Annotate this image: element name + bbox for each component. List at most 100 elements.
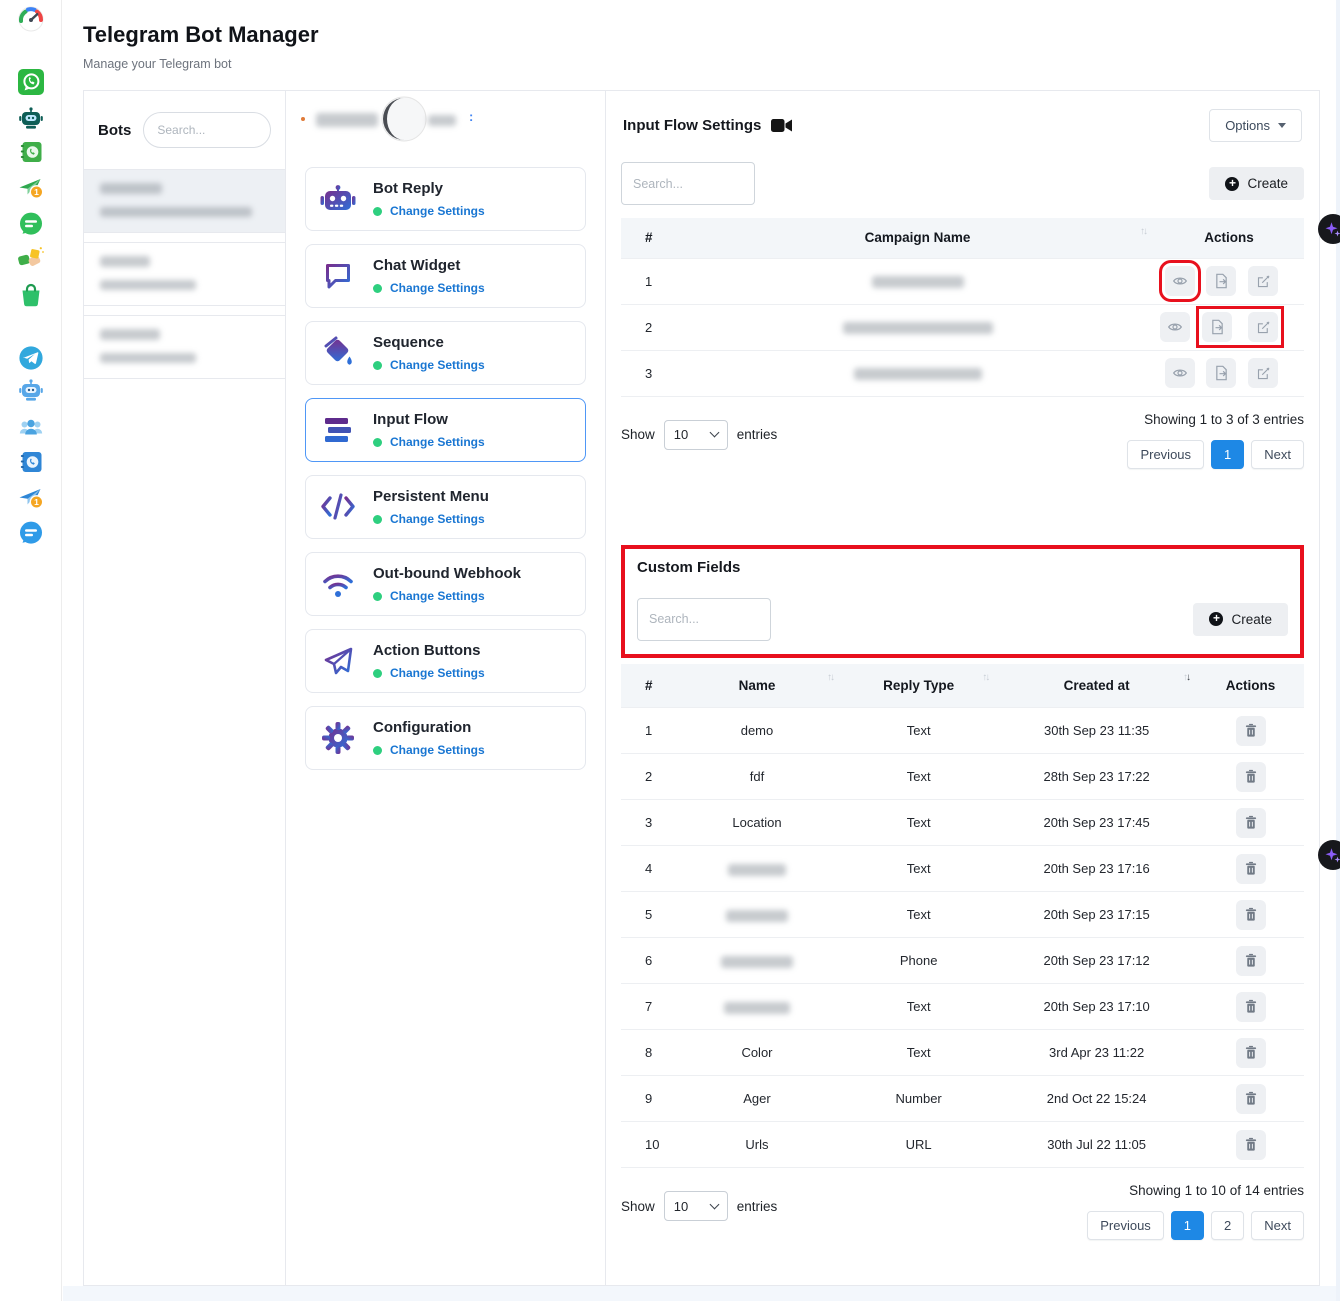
- sort-icon[interactable]: ↑↓: [982, 672, 988, 683]
- scrollbar-track[interactable]: [1336, 0, 1340, 1301]
- ai-assistant-bubble[interactable]: [1318, 840, 1340, 870]
- robot-blue-icon[interactable]: [18, 376, 44, 402]
- create-flow-button[interactable]: Create: [1209, 167, 1304, 200]
- reply-type: Text: [841, 892, 996, 938]
- create-custom-field-button[interactable]: Create: [1193, 603, 1288, 636]
- delete-button[interactable]: [1236, 1084, 1266, 1114]
- menu-card-persistent-menu[interactable]: Persistent Menu Change Settings: [305, 475, 586, 539]
- delete-button[interactable]: [1236, 716, 1266, 746]
- bot-list-item[interactable]: [84, 169, 285, 233]
- paper-plane-green-badge-icon[interactable]: 1: [18, 175, 44, 201]
- file-export-icon: [1210, 319, 1225, 335]
- delete-button[interactable]: [1236, 762, 1266, 792]
- robot-green-icon[interactable]: [18, 104, 44, 130]
- menu-card-chat-widget[interactable]: Chat Widget Change Settings: [305, 244, 586, 308]
- view-button[interactable]: [1165, 358, 1195, 388]
- input-flow-search-input[interactable]: [621, 162, 755, 205]
- menu-card-input-flow[interactable]: Input Flow Change Settings: [305, 398, 586, 462]
- delete-button[interactable]: [1236, 992, 1266, 1022]
- change-settings-link[interactable]: Change Settings: [390, 358, 485, 372]
- edit-button[interactable]: [1248, 358, 1278, 388]
- column-header-name[interactable]: Name↑↓: [673, 664, 841, 708]
- handshake-puzzle-icon[interactable]: [18, 245, 44, 271]
- table-row: 9 Ager Number 2nd Oct 22 15:24: [621, 1076, 1304, 1122]
- delete-button[interactable]: [1236, 1038, 1266, 1068]
- bot-list-item[interactable]: [84, 242, 285, 306]
- menu-card-configuration[interactable]: Configuration Change Settings: [305, 706, 586, 770]
- ai-assistant-bubble[interactable]: [1318, 214, 1340, 244]
- previous-page-button[interactable]: Previous: [1127, 440, 1204, 469]
- delete-button[interactable]: [1236, 854, 1266, 884]
- page-number-button[interactable]: 1: [1171, 1211, 1204, 1240]
- change-settings-link[interactable]: Change Settings: [390, 666, 485, 680]
- bot-list-item[interactable]: [84, 315, 285, 379]
- shopping-bag-icon[interactable]: [18, 282, 44, 308]
- delete-button[interactable]: [1236, 946, 1266, 976]
- custom-fields-search-input[interactable]: [637, 598, 771, 641]
- export-button[interactable]: [1206, 358, 1236, 388]
- row-number: 7: [621, 984, 673, 1030]
- video-camera-icon[interactable]: [771, 118, 792, 133]
- whatsapp-icon[interactable]: [18, 69, 44, 95]
- table-row: 3: [621, 350, 1304, 396]
- trash-icon: [1244, 953, 1258, 968]
- created-at: 20th Sep 23 17:12: [996, 938, 1197, 984]
- menu-card-bot-reply[interactable]: Bot Reply Change Settings: [305, 167, 586, 231]
- menu-card-outbound-webhook[interactable]: Out-bound Webhook Change Settings: [305, 552, 586, 616]
- team-icon[interactable]: [18, 414, 44, 440]
- column-header-reply-type[interactable]: Reply Type↑↓: [841, 664, 996, 708]
- menu-card-title: Sequence: [373, 334, 485, 351]
- sort-icon-active[interactable]: ↑↓: [1183, 672, 1189, 683]
- next-page-button[interactable]: Next: [1251, 1211, 1304, 1240]
- menu-card-title: Configuration: [373, 719, 485, 736]
- paper-plane-blue-badge-icon[interactable]: 1: [18, 485, 44, 511]
- speedometer-icon[interactable]: [18, 6, 44, 32]
- row-number: 8: [621, 1030, 673, 1076]
- edit-button[interactable]: [1248, 312, 1278, 342]
- previous-page-button[interactable]: Previous: [1087, 1211, 1164, 1240]
- page-number-button[interactable]: 1: [1211, 440, 1244, 469]
- change-settings-link[interactable]: Change Settings: [390, 589, 485, 603]
- showing-entries-text: Showing 1 to 3 of 3 entries: [1144, 412, 1304, 427]
- column-header-num[interactable]: #: [621, 664, 673, 708]
- column-header-campaign-name[interactable]: Campaign Name ↑↓: [681, 218, 1154, 258]
- next-page-button[interactable]: Next: [1251, 440, 1304, 469]
- page-size-select[interactable]: 10: [664, 420, 728, 450]
- column-header-created-at[interactable]: Created at↑↓: [996, 664, 1197, 708]
- export-button[interactable]: [1206, 266, 1236, 296]
- paint-fill-icon: [318, 333, 358, 373]
- bots-search-input[interactable]: [143, 112, 271, 148]
- export-button[interactable]: [1202, 312, 1232, 342]
- reply-type: Text: [841, 754, 996, 800]
- delete-button[interactable]: [1236, 900, 1266, 930]
- create-button-label: Create: [1231, 612, 1272, 627]
- edit-button[interactable]: [1248, 266, 1278, 296]
- menu-card-action-buttons[interactable]: Action Buttons Change Settings: [305, 629, 586, 693]
- delete-button[interactable]: [1236, 1130, 1266, 1160]
- page-number-button[interactable]: 2: [1211, 1211, 1244, 1240]
- campaign-name-redacted: [872, 276, 964, 288]
- change-settings-link[interactable]: Change Settings: [390, 435, 485, 449]
- sort-icon[interactable]: ↑↓: [827, 672, 833, 683]
- contacts-green-icon[interactable]: [18, 139, 44, 165]
- chat-blue-icon[interactable]: [18, 520, 44, 546]
- sort-icon[interactable]: ↑↓: [1140, 226, 1146, 237]
- status-green-dot: [373, 669, 382, 678]
- change-settings-link[interactable]: Change Settings: [390, 204, 485, 218]
- contacts-blue-icon[interactable]: [18, 449, 44, 475]
- row-number: 4: [621, 846, 673, 892]
- delete-button[interactable]: [1236, 808, 1266, 838]
- telegram-icon[interactable]: [18, 345, 44, 371]
- view-button[interactable]: [1165, 266, 1195, 296]
- menu-card-sequence[interactable]: Sequence Change Settings: [305, 321, 586, 385]
- options-button[interactable]: Options: [1209, 109, 1302, 142]
- change-settings-link[interactable]: Change Settings: [390, 743, 485, 757]
- wifi-icon: [318, 564, 358, 604]
- chat-green-icon[interactable]: [18, 211, 44, 237]
- page-size-select[interactable]: 10: [664, 1191, 728, 1221]
- column-header-num[interactable]: #: [621, 218, 681, 258]
- change-settings-link[interactable]: Change Settings: [390, 512, 485, 526]
- change-settings-link[interactable]: Change Settings: [390, 281, 485, 295]
- view-button[interactable]: [1160, 312, 1190, 342]
- input-flow-content: Input Flow Settings Options Create: [606, 91, 1319, 1285]
